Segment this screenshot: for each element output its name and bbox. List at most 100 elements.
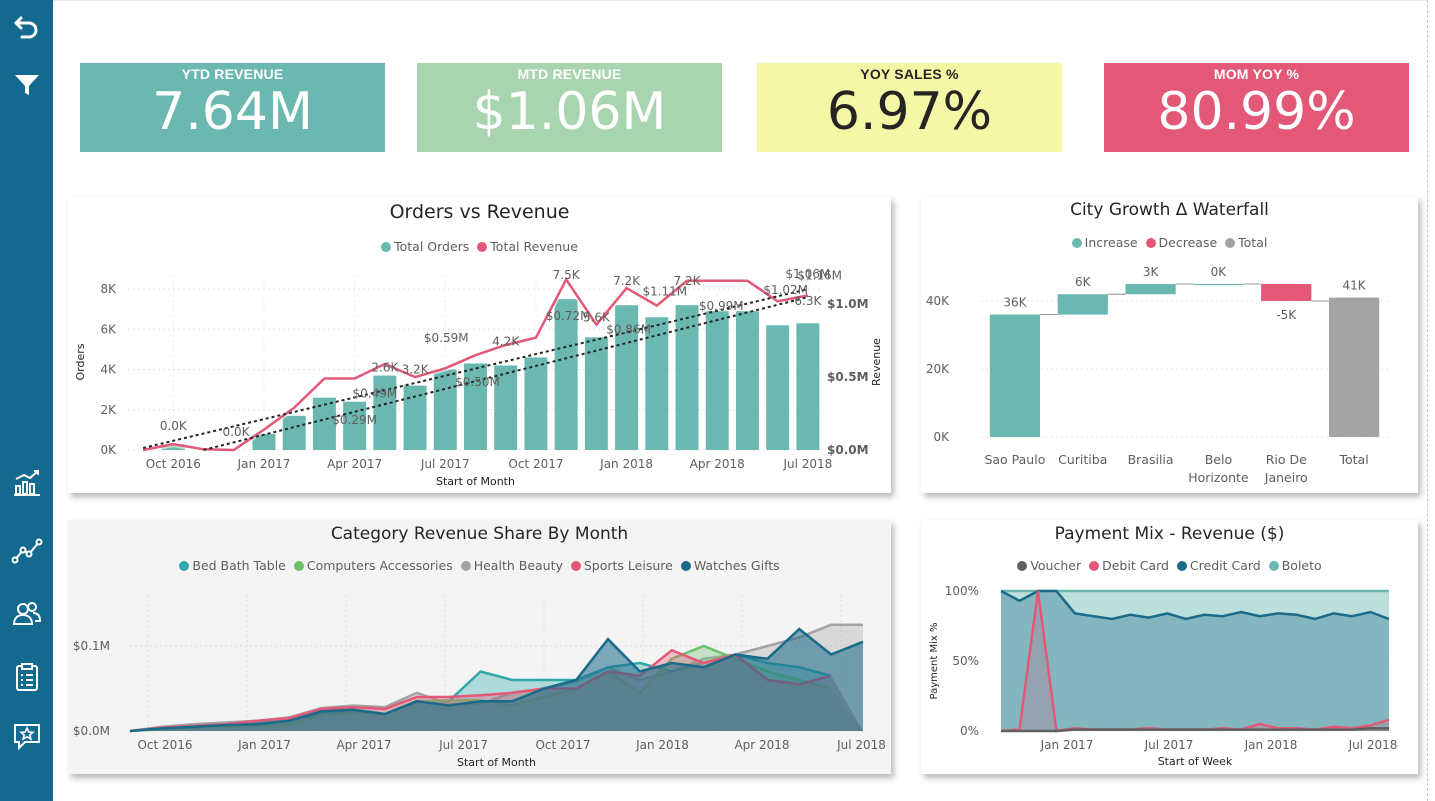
data-label-orders: 4.2K — [492, 334, 520, 348]
data-label-orders: 3.2K — [402, 363, 430, 377]
users-icon[interactable] — [8, 595, 46, 633]
x-tick-label: Oct 2017 — [535, 738, 590, 752]
y-tick-label: 0% — [960, 724, 979, 738]
data-label: -5K — [1276, 308, 1297, 322]
x-tick-label: Jan 2018 — [635, 738, 689, 752]
y-tick-label: $0.0M — [73, 724, 110, 738]
data-label: 6K — [1075, 275, 1092, 289]
kpi-card-mtd-revenue[interactable]: MTD REVENUE $1.06M — [417, 63, 722, 152]
kpi-label: MTD REVENUE — [517, 66, 622, 82]
payment-mix-panel[interactable]: Payment Mix - Revenue ($) Voucher Debit … — [921, 520, 1418, 774]
category-revenue-share-panel[interactable]: Category Revenue Share By Month Bed Bath… — [68, 520, 891, 774]
waterfall-bar-decrease — [1261, 284, 1312, 301]
x-tick-label: Apr 2017 — [336, 738, 391, 752]
data-label-revenue: $0.72M — [546, 309, 591, 323]
y-tick-label: 50% — [952, 654, 979, 668]
x-tick-label: Total — [1338, 452, 1368, 467]
x-tick-label: Jan 2018 — [1244, 738, 1298, 752]
data-label-revenue: $0.49M — [352, 387, 397, 401]
data-label-orders: 7.2K — [613, 274, 641, 288]
data-label-revenue: $0.99M — [699, 299, 744, 313]
orders-vs-revenue-panel[interactable]: Orders vs Revenue Total Orders Total Rev… — [68, 197, 891, 493]
bar-total-orders — [584, 337, 608, 450]
waterfall-chart: 0K 20K 40K 36K Sao Paulo 6K Curitiba 3K Brasilia… — [926, 265, 1388, 485]
kpi-card-mom-yoy[interactable]: MOM YOY % 80.99% — [1104, 63, 1409, 152]
x-tick-label: Jul 2018 — [836, 738, 886, 752]
x-tick-label: Jan 2018 — [599, 457, 653, 471]
data-label-revenue: $0.59M — [424, 331, 469, 345]
y-tick-label: 4K — [100, 363, 117, 377]
y-tick-label: 0K — [100, 443, 117, 457]
data-label-revenue: $0.86M — [606, 322, 651, 336]
y-tick-label: 2K — [100, 403, 117, 417]
x-tick-label: Brasilia — [1128, 452, 1174, 467]
waterfall-bar-increase — [1193, 284, 1244, 286]
kpi-card-ytd-revenue[interactable]: YTD REVENUE 7.64M — [80, 63, 385, 152]
y2-tick-label: $1.0M — [827, 297, 869, 311]
canvas-top-edge — [53, 0, 1427, 1]
bar-total-orders — [735, 311, 759, 450]
line-trend-icon[interactable] — [8, 531, 46, 569]
x-tick-label: Jan 2017 — [237, 738, 291, 752]
data-label: 3K — [1143, 265, 1160, 279]
x-tick-label: Oct 2016 — [137, 738, 192, 752]
bar-total-orders — [282, 415, 306, 450]
y-tick-label: 8K — [100, 282, 117, 296]
data-label-revenue: $1.11M — [642, 284, 687, 298]
x-tick-label: Oct 2016 — [146, 457, 201, 471]
bar-total-orders — [796, 323, 820, 450]
data-label-orders: 0.0K — [223, 425, 251, 439]
feedback-icon[interactable] — [8, 717, 46, 755]
x-tick-label: Belo — [1205, 452, 1232, 467]
bar-chart-icon[interactable] — [8, 464, 46, 502]
bar-total-orders — [766, 325, 790, 450]
y-tick-label: 100% — [945, 584, 979, 598]
y-tick-label: 0K — [933, 430, 950, 444]
data-label-revenue: $0.29M — [332, 413, 377, 427]
x-axis-title: Start of Month — [457, 756, 536, 769]
x-tick-label: Rio De — [1266, 452, 1307, 467]
x-tick-label: Jan 2017 — [1040, 738, 1094, 752]
y-axis-title: Orders — [74, 343, 87, 380]
x-axis-title: Start of Week — [1158, 755, 1233, 768]
x-tick-label: Jul 2017 — [438, 738, 488, 752]
waterfall-bar-increase — [1125, 284, 1176, 295]
waterfall-bar-total — [1328, 297, 1380, 437]
orders-vs-revenue-chart: 0K 2K 4K 6K 8K $0.0M $0.5M $1.0M Oct 2016 Jan 201… — [74, 267, 883, 488]
data-label-revenue: $1.06M — [786, 267, 831, 281]
city-growth-waterfall-panel[interactable]: City Growth Δ Waterfall Increase Decreas… — [921, 197, 1418, 493]
kpi-value: 6.97% — [826, 82, 993, 142]
bar-total-orders — [433, 369, 457, 450]
bar-total-orders — [645, 317, 669, 450]
kpi-label: YOY SALES % — [860, 66, 959, 82]
kpi-card-yoy-sales[interactable]: YOY SALES % 6.97% — [757, 63, 1062, 152]
waterfall-bar-increase — [1057, 294, 1108, 315]
x-tick-label: Jan 2017 — [237, 457, 291, 471]
x-tick-label: Apr 2018 — [734, 738, 789, 752]
data-label-orders: 7.5K — [553, 268, 581, 282]
kpi-value: 80.99% — [1157, 82, 1356, 142]
payment-mix-chart: 0% 50% 100% Jan 2017 Jul 2017 Jan 2018 Jul 201… — [929, 584, 1398, 768]
data-label: 36K — [1003, 296, 1027, 310]
x-tick-label: Jul 2018 — [1348, 738, 1398, 752]
y2-tick-label: $0.5M — [827, 370, 869, 384]
kpi-label: MOM YOY % — [1213, 66, 1300, 82]
x-tick-label: Apr 2017 — [327, 457, 382, 471]
x-tick-label: Jul 2017 — [420, 457, 470, 471]
x-tick-label: Jul 2018 — [782, 457, 832, 471]
bar-total-orders — [524, 357, 548, 450]
x-tick-label: Curitiba — [1058, 452, 1107, 467]
x-axis-title: Start of Month — [436, 475, 515, 488]
category-share-chart: $0.0M $0.1M Oct 2016 Jan 2017 Apr 2017 Jul 20… — [73, 595, 886, 769]
x-tick-label: Horizonte — [1188, 470, 1249, 485]
clipboard-icon[interactable] — [8, 658, 46, 696]
x-tick-label: Oct 2017 — [508, 457, 563, 471]
data-label: 41K — [1343, 279, 1367, 293]
data-label: 0K — [1211, 265, 1228, 279]
y-axis-title: Payment Mix % — [929, 623, 940, 700]
y-tick-label: $0.1M — [73, 639, 110, 653]
filter-icon[interactable] — [8, 66, 46, 104]
sidebar — [0, 0, 53, 801]
undo-icon[interactable] — [8, 8, 46, 46]
canvas-edge — [1427, 0, 1428, 801]
